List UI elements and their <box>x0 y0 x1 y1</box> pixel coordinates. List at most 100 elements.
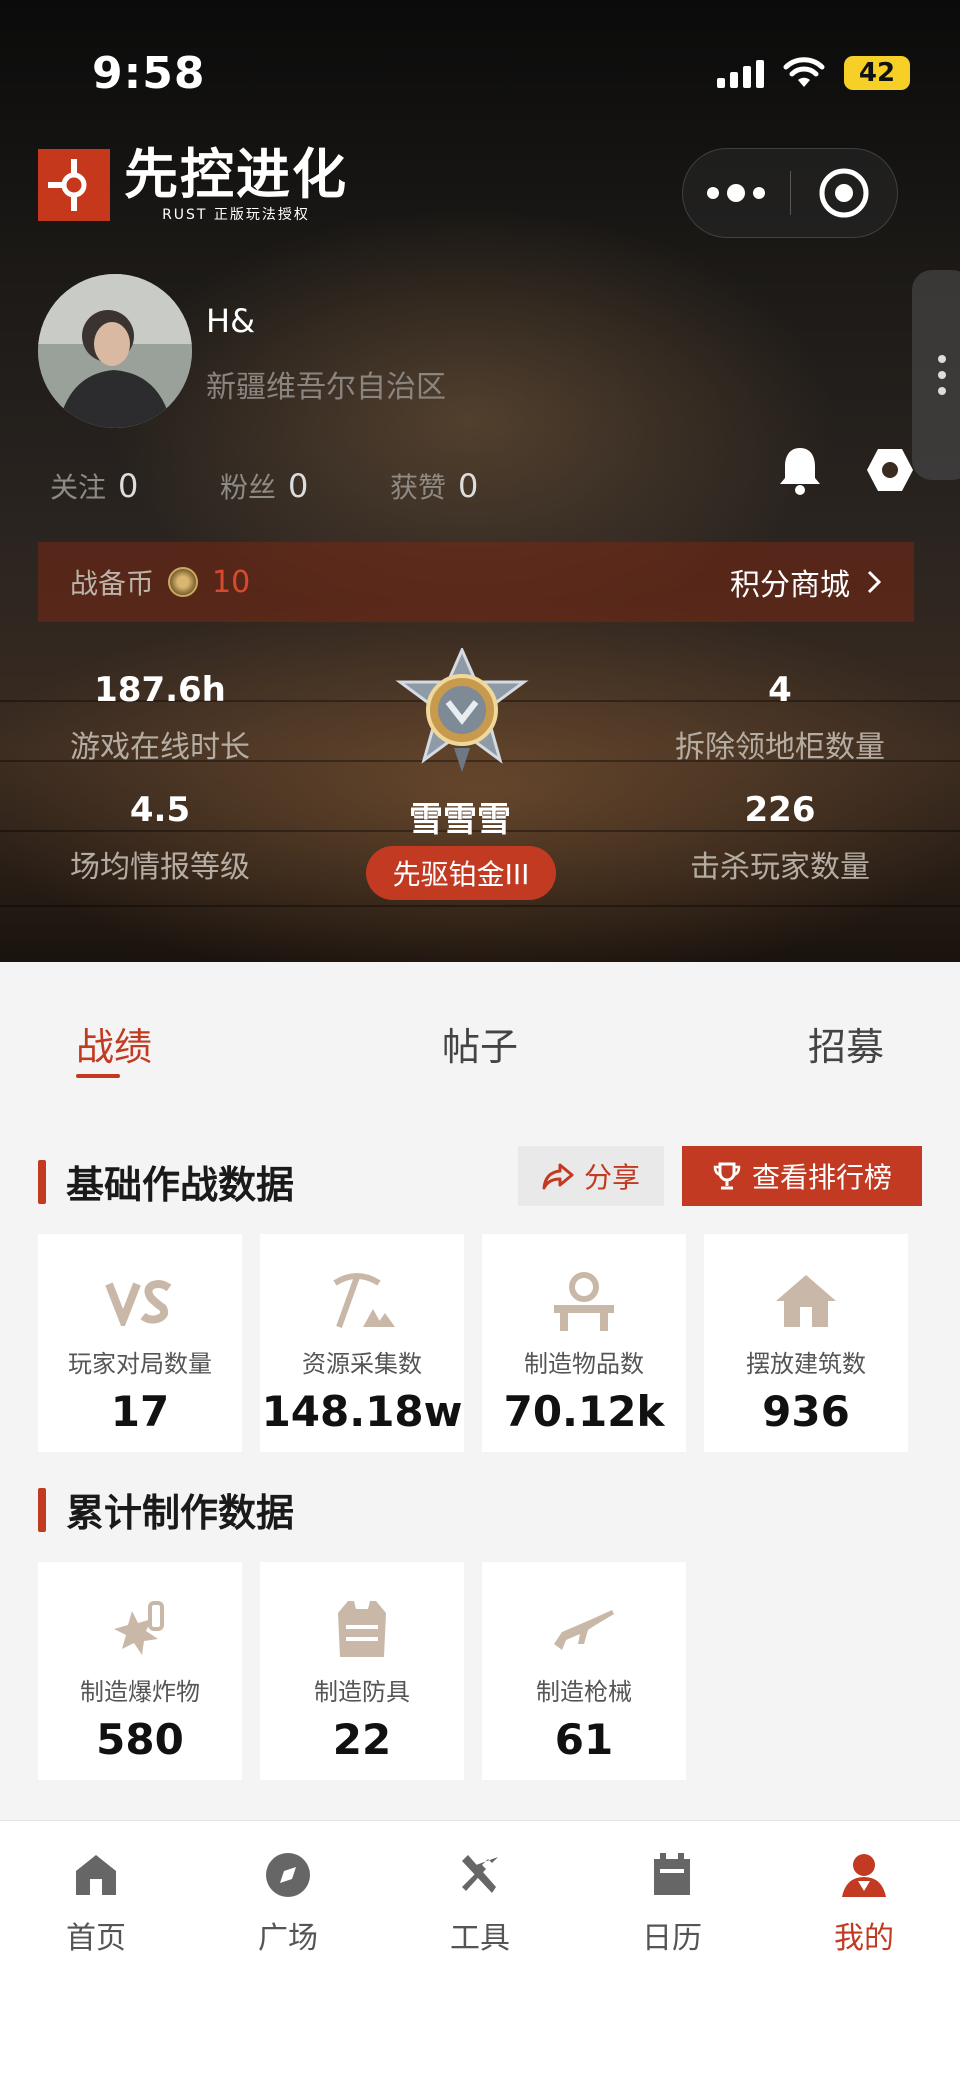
buildings-label: 摆放建筑数 <box>746 1350 866 1378</box>
section-accent-bar <box>38 1487 46 1532</box>
stat-card-matches[interactable]: 玩家对局数量 17 <box>38 1234 242 1452</box>
intel-level-value: 4.5 <box>129 790 191 830</box>
nav-home-label: 首页 <box>66 1921 126 1956</box>
following-count: 0 <box>118 467 139 505</box>
nav-calendar-label: 日历 <box>642 1921 702 1956</box>
wifi-icon <box>783 57 825 87</box>
followers-stat[interactable]: 粉丝 0 <box>220 466 390 506</box>
armor-icon <box>334 1592 390 1666</box>
stat-card-crafted[interactable]: 制造物品数 70.12k <box>482 1234 686 1452</box>
following-label: 关注 <box>50 471 107 504</box>
basic-stats-heading: 基础作战数据 <box>38 1154 294 1209</box>
close-miniprogram-icon[interactable] <box>790 167 897 219</box>
points-bar: 战备币 10 积分商城 <box>38 542 914 622</box>
rank-tier-badge: 先驱铂金III <box>366 846 556 900</box>
rank-player-name: 雪雪雪 <box>409 800 511 840</box>
username: H& <box>206 302 256 340</box>
nav-tools-label: 工具 <box>450 1921 510 1956</box>
nav-calendar[interactable]: 日历 <box>612 1851 732 1957</box>
rifle-icon <box>552 1592 616 1666</box>
online-hours-value: 187.6h <box>94 670 226 710</box>
status-icons: 42 <box>717 56 910 90</box>
intel-level-label: 场均情报等级 <box>70 850 250 885</box>
cabinets-stat: 4 拆除领地柜数量 <box>630 670 930 766</box>
gathering-value: 148.18w <box>261 1387 463 1436</box>
likes-count: 0 <box>458 467 479 505</box>
section-accent-bar <box>38 1159 46 1204</box>
explosive-icon <box>108 1592 172 1666</box>
kills-label: 击杀玩家数量 <box>690 850 870 885</box>
calendar-icon <box>654 1853 690 1895</box>
house-icon <box>774 1264 838 1338</box>
trophy-icon <box>713 1162 741 1190</box>
online-hours-label: 游戏在线时长 <box>70 730 250 765</box>
social-stats: 关注 0 粉丝 0 获赞 0 <box>50 466 560 506</box>
share-label: 分享 <box>583 1161 640 1194</box>
following-stat[interactable]: 关注 0 <box>50 466 220 506</box>
share-button[interactable]: 分享 <box>518 1146 664 1206</box>
nav-home[interactable]: 首页 <box>36 1851 156 1957</box>
tab-active-indicator <box>76 1074 120 1078</box>
leaderboard-button[interactable]: 查看排行榜 <box>682 1146 922 1206</box>
tools-icon <box>462 1855 498 1893</box>
kills-value: 226 <box>744 790 816 830</box>
crafted-value: 70.12k <box>503 1387 665 1436</box>
guns-value: 61 <box>554 1715 614 1764</box>
miniprogram-capsule <box>682 148 898 238</box>
cellular-signal-icon <box>717 58 764 88</box>
buildings-value: 936 <box>762 1387 850 1436</box>
nav-square-label: 广场 <box>258 1921 318 1956</box>
gathering-label: 资源采集数 <box>302 1350 422 1378</box>
workbench-icon <box>548 1264 620 1338</box>
explosives-label: 制造爆炸物 <box>80 1678 200 1706</box>
stat-card-armor[interactable]: 制造防具 22 <box>260 1562 464 1780</box>
cabinets-label: 拆除领地柜数量 <box>675 730 885 765</box>
armor-value: 22 <box>332 1715 392 1764</box>
craft-stats-title: 累计制作数据 <box>66 1491 295 1535</box>
coin-label: 战备币 <box>70 567 155 600</box>
tab-recruit[interactable]: 招募 <box>808 1016 884 1071</box>
app-logo: 先控进化 RUST 正版玩法授权 <box>38 146 348 224</box>
nav-profile[interactable]: 我的 <box>804 1851 924 1957</box>
tab-posts[interactable]: 帖子 <box>442 1016 518 1071</box>
stat-card-guns[interactable]: 制造枪械 61 <box>482 1562 686 1780</box>
leaderboard-label: 查看排行榜 <box>751 1161 892 1194</box>
stat-card-gathering[interactable]: 资源采集数 148.18w <box>260 1234 464 1452</box>
side-drawer-handle[interactable] <box>912 270 960 480</box>
share-icon <box>542 1163 574 1190</box>
points-shop-label: 积分商城 <box>730 568 850 603</box>
tab-records[interactable]: 战绩 <box>76 1016 152 1071</box>
status-time: 9:58 <box>92 48 206 99</box>
explosives-value: 580 <box>96 1715 184 1764</box>
guns-label: 制造枪械 <box>536 1678 632 1706</box>
nav-tools[interactable]: 工具 <box>420 1851 540 1957</box>
stat-card-explosives[interactable]: 制造爆炸物 580 <box>38 1562 242 1780</box>
basic-stats-title: 基础作战数据 <box>66 1163 295 1207</box>
armor-label: 制造防具 <box>314 1678 410 1706</box>
cabinets-value: 4 <box>768 670 792 710</box>
logo-subtitle: RUST 正版玩法授权 <box>162 207 310 223</box>
bottom-nav: 首页 广场 工具 日历 我的 <box>0 1820 960 2079</box>
nav-square[interactable]: 广场 <box>228 1851 348 1957</box>
pickaxe-icon <box>327 1264 397 1338</box>
points-shop-link[interactable]: 积分商城 <box>730 560 882 604</box>
user-icon <box>842 1854 886 1897</box>
followers-label: 粉丝 <box>220 471 277 504</box>
coin-balance: 10 <box>212 564 251 600</box>
more-options-icon[interactable] <box>683 184 790 202</box>
stat-card-buildings[interactable]: 摆放建筑数 936 <box>704 1234 908 1452</box>
compass-icon <box>266 1853 310 1897</box>
avatar[interactable] <box>38 274 192 428</box>
rank-emblem-icon <box>392 646 532 782</box>
kills-stat: 226 击杀玩家数量 <box>630 790 930 886</box>
notification-bell-icon[interactable] <box>776 444 824 500</box>
logo-title: 先控进化 <box>124 143 348 206</box>
likes-stat[interactable]: 获赞 0 <box>390 466 560 506</box>
matches-value: 17 <box>110 1387 170 1436</box>
matches-label: 玩家对局数量 <box>68 1350 212 1378</box>
battery-icon: 42 <box>844 56 910 90</box>
intel-level-stat: 4.5 场均情报等级 <box>10 790 310 886</box>
nav-profile-label: 我的 <box>834 1921 894 1956</box>
settings-hexagon-icon[interactable] <box>866 446 914 498</box>
home-icon <box>76 1855 116 1895</box>
